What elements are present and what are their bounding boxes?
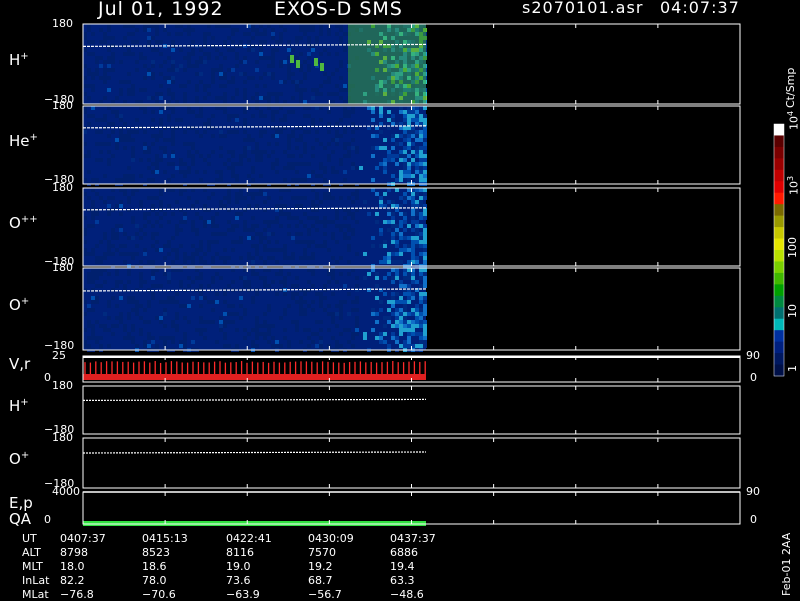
footer-cell: 0437:37: [390, 532, 436, 545]
colorbar-swatch: [774, 318, 784, 331]
footer-row-label: MLat: [22, 588, 49, 601]
colorbar-label: 104: [786, 110, 800, 130]
panel-label-o_plus: O+: [9, 296, 30, 314]
colorbar-swatch: [774, 341, 784, 354]
colorbar-swatch: [774, 330, 784, 343]
colorbar-swatch: [774, 204, 784, 217]
colorbar-swatch: [774, 272, 784, 285]
colorbar-swatch: [774, 227, 784, 240]
footer-cell: 18.0: [60, 560, 85, 573]
ytick-top-h_plus_2: 180: [52, 379, 73, 392]
colorbar-label: 100: [786, 237, 799, 258]
colorbar-label: 10: [786, 304, 799, 318]
panel-label-ep_qa: E,p: [9, 494, 33, 512]
panel-frame-ep_qa: [82, 491, 741, 525]
footer-cell: 0415:13: [142, 532, 188, 545]
colorbar-swatch: [774, 238, 784, 251]
panel-label-h_plus: H+: [9, 51, 29, 69]
colorbar-unit: Ct/Smp: [784, 67, 797, 108]
footer-cell: 0422:41: [226, 532, 272, 545]
panel-label-vr: V,r: [9, 355, 31, 373]
footer-row-label: MLT: [22, 560, 43, 573]
footer-cell: 63.3: [390, 574, 415, 587]
colorbar-swatch: [774, 295, 784, 308]
footer-cell: 18.6: [142, 560, 167, 573]
ytick-top-ep_qa: 4000: [52, 485, 80, 498]
h-plus-high-flux: [348, 24, 426, 104]
ytick-top-h_plus: 180: [52, 17, 73, 30]
colorbar-swatch: [774, 135, 784, 148]
ytick-top-he_plus: 180: [52, 99, 73, 112]
footer-cell: −56.7: [308, 588, 342, 601]
colorbar-swatch: [774, 250, 784, 262]
panel-label-h_plus_2: H+: [9, 397, 29, 415]
footer-cell: 68.7: [308, 574, 333, 587]
right-tick-bottom-vr: 0: [750, 371, 757, 384]
colorbar-label: 1: [786, 365, 799, 372]
side-note: Feb-01 2AA: [780, 532, 793, 596]
colorbar-swatch: [774, 364, 784, 377]
footer-cell: 19.2: [308, 560, 333, 573]
footer-cell: 8523: [142, 546, 170, 559]
footer-cell: −48.6: [390, 588, 424, 601]
panel-frame-o_plus_2: [82, 437, 741, 489]
footer-cell: 8116: [226, 546, 254, 559]
colorbar-swatch: [774, 284, 784, 297]
colorbar-swatch: [774, 307, 784, 320]
panel-label2-ep_qa: QA: [9, 510, 32, 528]
pitch-angle-line-h_plus_2: [82, 398, 427, 401]
footer-cell: 78.0: [142, 574, 167, 587]
right-tick-top-ep_qa: 90: [746, 485, 760, 498]
ytick-top-o_plus_2: 180: [52, 431, 73, 444]
ytick-top-o_pp: 180: [52, 181, 73, 194]
panel-label-he_plus: He+: [9, 132, 38, 150]
right-tick-top-vr: 90: [746, 349, 760, 362]
panel-label-o_pp: O++: [9, 214, 38, 232]
colorbar-swatch: [774, 353, 784, 366]
footer-cell: −63.9: [226, 588, 260, 601]
colorbar-swatch: [774, 192, 784, 205]
chart-area: [82, 23, 785, 526]
footer-cell: 82.2: [60, 574, 85, 587]
colorbar-swatch: [774, 158, 784, 171]
footer-cell: 19.4: [390, 560, 415, 573]
footer-cell: −76.8: [60, 588, 94, 601]
footer-cell: 0407:37: [60, 532, 106, 545]
colorbar-swatch: [774, 169, 784, 182]
footer-cell: 73.6: [226, 574, 251, 587]
colorbar-swatch: [774, 215, 784, 228]
footer-cell: −70.6: [142, 588, 176, 601]
ytick-top-vr: 25: [52, 349, 66, 362]
ytick-bottom-ep_qa: 0: [44, 513, 51, 526]
colorbar-swatch: [774, 261, 784, 274]
pitch-angle-line-o_plus_2: [82, 451, 427, 454]
footer-cell: 8798: [60, 546, 88, 559]
footer-row-label: InLat: [22, 574, 50, 587]
colorbar-swatch: [774, 124, 784, 136]
ytick-bottom-vr: 0: [44, 371, 51, 384]
colorbar-swatch: [774, 146, 784, 159]
colorbar-label: 103: [786, 175, 800, 195]
footer-cell: 7570: [308, 546, 336, 559]
velocity-band: [83, 374, 426, 380]
colorbar-swatch: [774, 181, 784, 194]
panel-frame-h_plus_2: [82, 385, 741, 435]
footer-row-label: ALT: [22, 546, 41, 559]
footer-cell: 19.0: [226, 560, 251, 573]
panel-label-o_plus_2: O+: [9, 450, 30, 468]
right-tick-bottom-ep_qa: 0: [750, 513, 757, 526]
ytick-top-o_plus: 180: [52, 261, 73, 274]
footer-cell: 6886: [390, 546, 418, 559]
footer-row-label: UT: [22, 532, 37, 545]
footer-cell: 0430:09: [308, 532, 354, 545]
